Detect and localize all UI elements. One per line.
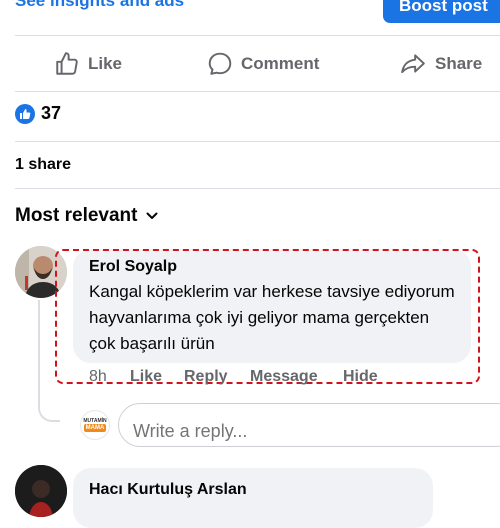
divider <box>15 35 500 36</box>
comment-button[interactable]: Comment <box>207 50 319 78</box>
comment-reply-link[interactable]: Reply <box>184 368 228 386</box>
share-count[interactable]: 1 share <box>15 156 71 174</box>
sort-label: Most relevant <box>15 205 138 226</box>
like-reaction-icon <box>15 103 35 124</box>
reaction-summary[interactable]: 37 <box>15 103 61 124</box>
divider <box>15 188 500 189</box>
share-label: Share <box>435 54 483 73</box>
comment-label: Comment <box>241 54 320 73</box>
avatar[interactable] <box>15 465 67 517</box>
comment-bubble-icon <box>208 52 232 75</box>
thumbs-up-icon <box>56 52 78 75</box>
chevron-down-icon <box>146 212 158 219</box>
highlight-box <box>55 249 480 384</box>
like-label: Like <box>88 54 123 73</box>
reaction-count: 37 <box>41 103 62 123</box>
share-arrow-icon <box>401 54 425 74</box>
like-button[interactable]: Like <box>54 50 122 78</box>
comment-author[interactable]: Hacı Kurtuluş Arslan <box>89 481 433 499</box>
comment-sort-dropdown[interactable]: Most relevant <box>15 205 158 227</box>
boost-post-button[interactable]: Boost post <box>383 0 500 23</box>
share-button[interactable]: Share <box>399 50 482 78</box>
divider <box>15 141 500 142</box>
avatar-brand-badge: MAMA <box>83 424 107 432</box>
comment-message-link[interactable]: Message <box>250 368 318 386</box>
comment-timestamp[interactable]: 8h <box>89 368 107 386</box>
comment-like-link[interactable]: Like <box>130 368 162 386</box>
page-avatar: MUTAMİN MAMA <box>80 410 110 440</box>
divider <box>15 91 500 92</box>
comment-hide-link[interactable]: Hide <box>343 368 378 386</box>
comment-bubble: Hacı Kurtuluş Arslan <box>73 468 433 528</box>
reply-input[interactable] <box>118 403 500 447</box>
avatar-photo <box>15 465 67 517</box>
see-insights-link[interactable]: See insights and ads <box>15 0 184 11</box>
